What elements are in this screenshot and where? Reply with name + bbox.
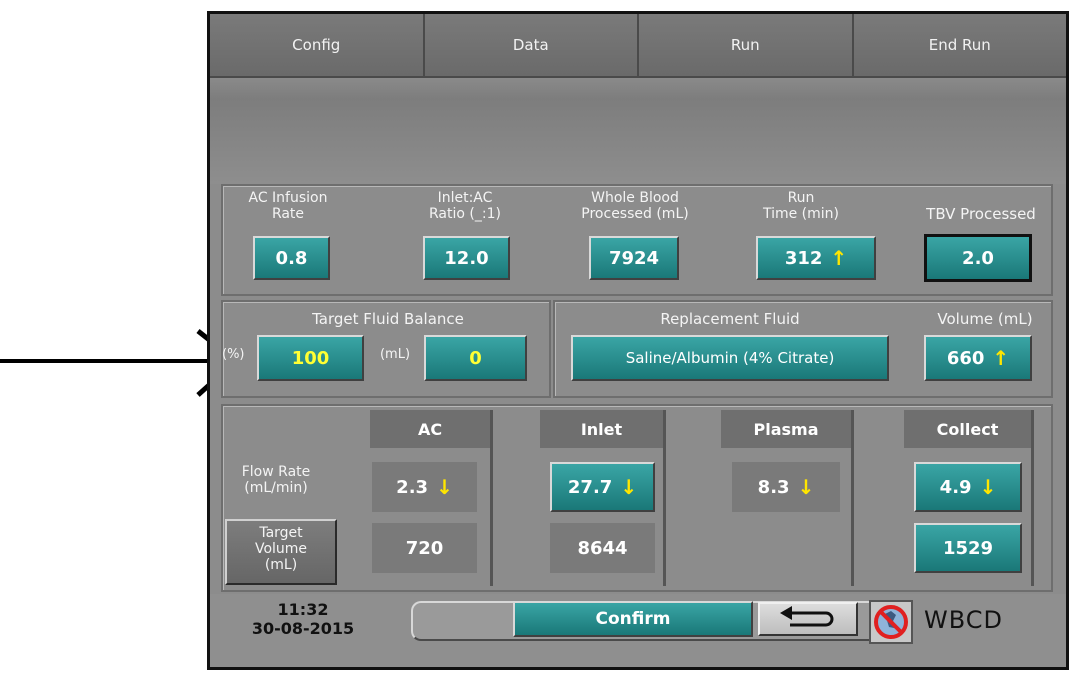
replacement-fluid-value: Saline/Albumin (4% Citrate) bbox=[625, 349, 835, 367]
ac-target-value: 720 bbox=[405, 537, 444, 559]
column-divider bbox=[490, 410, 493, 586]
target-volume-label: Target Volume (mL) bbox=[254, 525, 308, 573]
whole-blood-processed-value: 7924 bbox=[608, 247, 660, 269]
top-tab-bar: Config Data Run End Run bbox=[210, 14, 1066, 78]
column-divider bbox=[1031, 410, 1034, 586]
no-person-icon bbox=[869, 600, 913, 644]
replacement-volume-button[interactable]: 660 ↑ bbox=[924, 335, 1032, 381]
inlet-ac-ratio-button[interactable]: 12.0 bbox=[423, 236, 510, 280]
fluid-balance-ml-button[interactable]: 0 bbox=[424, 335, 527, 381]
run-time-value: 312 bbox=[784, 247, 823, 269]
replacement-fluid-select-button[interactable]: Saline/Albumin (4% Citrate) bbox=[571, 335, 889, 381]
mode-label: WBCD bbox=[924, 606, 1004, 634]
metric-label-inlet-ac-ratio: Inlet:AC Ratio (_:1) bbox=[429, 190, 501, 222]
ac-down-arrow-icon: ↓ bbox=[436, 475, 453, 499]
replacement-volume-up-arrow-icon: ↑ bbox=[992, 346, 1010, 370]
tab-config[interactable]: Config bbox=[210, 14, 425, 78]
column-divider bbox=[851, 410, 854, 586]
inlet-flow-rate-button[interactable]: 27.7 ↓ bbox=[550, 462, 655, 512]
inlet-ac-ratio-value: 12.0 bbox=[444, 247, 489, 269]
plasma-flow-rate-value: 8.3 bbox=[757, 476, 790, 498]
run-time-button[interactable]: 312 ↑ bbox=[756, 236, 876, 280]
plasma-down-arrow-icon: ↓ bbox=[797, 475, 815, 499]
ac-flow-rate-value-box: 2.3 ↓ bbox=[372, 462, 477, 512]
replacement-volume-label: Volume (mL) bbox=[937, 310, 1033, 328]
ac-target-value-box: 720 bbox=[372, 523, 477, 573]
column-header-inlet: Inlet bbox=[540, 410, 663, 448]
inlet-flow-rate-value: 27.7 bbox=[567, 476, 613, 498]
status-band bbox=[210, 78, 1066, 184]
collect-down-arrow-icon: ↓ bbox=[979, 475, 997, 499]
inlet-down-arrow-icon: ↓ bbox=[620, 475, 638, 499]
inlet-target-value: 8644 bbox=[577, 537, 628, 559]
ac-infusion-rate-button[interactable]: 0.8 bbox=[253, 236, 330, 280]
tbv-processed-value: 2.0 bbox=[962, 247, 994, 269]
ac-flow-rate-value: 2.3 bbox=[396, 476, 429, 498]
time-text: 11:32 bbox=[277, 600, 329, 619]
whole-blood-processed-button[interactable]: 7924 bbox=[589, 236, 679, 280]
flow-rate-row-label: Flow Rate (mL/min) bbox=[241, 464, 311, 496]
device-screen: Config Data Run End Run AC Infusion Rate … bbox=[207, 11, 1069, 670]
confirm-label: Confirm bbox=[595, 609, 671, 629]
confirm-button[interactable]: Confirm bbox=[513, 601, 753, 637]
tab-run[interactable]: Run bbox=[639, 14, 854, 78]
fluid-balance-ml-unit: (mL) bbox=[379, 347, 411, 362]
collect-flow-rate-button[interactable]: 4.9 ↓ bbox=[914, 462, 1022, 512]
column-header-ac: AC bbox=[370, 410, 490, 448]
back-arrow-icon bbox=[780, 606, 834, 627]
tbv-processed-button[interactable]: 2.0 bbox=[924, 234, 1032, 282]
clock: 11:32 30-08-2015 bbox=[228, 600, 378, 638]
fluid-balance-title: Target Fluid Balance bbox=[312, 310, 464, 328]
tab-data[interactable]: Data bbox=[424, 14, 639, 78]
replacement-fluid-title: Replacement Fluid bbox=[660, 310, 800, 328]
column-header-collect: Collect bbox=[904, 410, 1031, 448]
date-text: 30-08-2015 bbox=[251, 619, 355, 638]
collect-target-value: 1529 bbox=[942, 537, 994, 559]
metric-label-ac-infusion: AC Infusion Rate bbox=[248, 190, 328, 222]
column-divider bbox=[663, 410, 666, 586]
tab-end-run[interactable]: End Run bbox=[853, 14, 1066, 78]
column-header-plasma: Plasma bbox=[721, 410, 851, 448]
fluid-balance-percent-button[interactable]: 100 bbox=[257, 335, 364, 381]
target-volume-button[interactable]: Target Volume (mL) bbox=[225, 519, 337, 585]
fluid-balance-percent-value: 100 bbox=[291, 347, 330, 369]
metric-label-whole-blood: Whole Blood Processed (mL) bbox=[581, 190, 689, 222]
collect-flow-rate-value: 4.9 bbox=[939, 476, 972, 498]
collect-target-button[interactable]: 1529 bbox=[914, 523, 1022, 573]
inlet-target-value-box: 8644 bbox=[550, 523, 655, 573]
run-time-up-arrow-icon: ↑ bbox=[830, 246, 848, 270]
back-button[interactable] bbox=[758, 602, 858, 636]
ac-infusion-rate-value: 0.8 bbox=[275, 247, 308, 269]
fluid-balance-ml-value: 0 bbox=[469, 347, 482, 369]
metric-label-tbv-processed: TBV Processed bbox=[926, 205, 1036, 223]
replacement-volume-value: 660 bbox=[946, 347, 985, 369]
metric-label-run-time: Run Time (min) bbox=[762, 190, 840, 222]
fluid-balance-percent-unit: (%) bbox=[222, 347, 245, 362]
plasma-flow-rate-value-box: 8.3 ↓ bbox=[732, 462, 840, 512]
